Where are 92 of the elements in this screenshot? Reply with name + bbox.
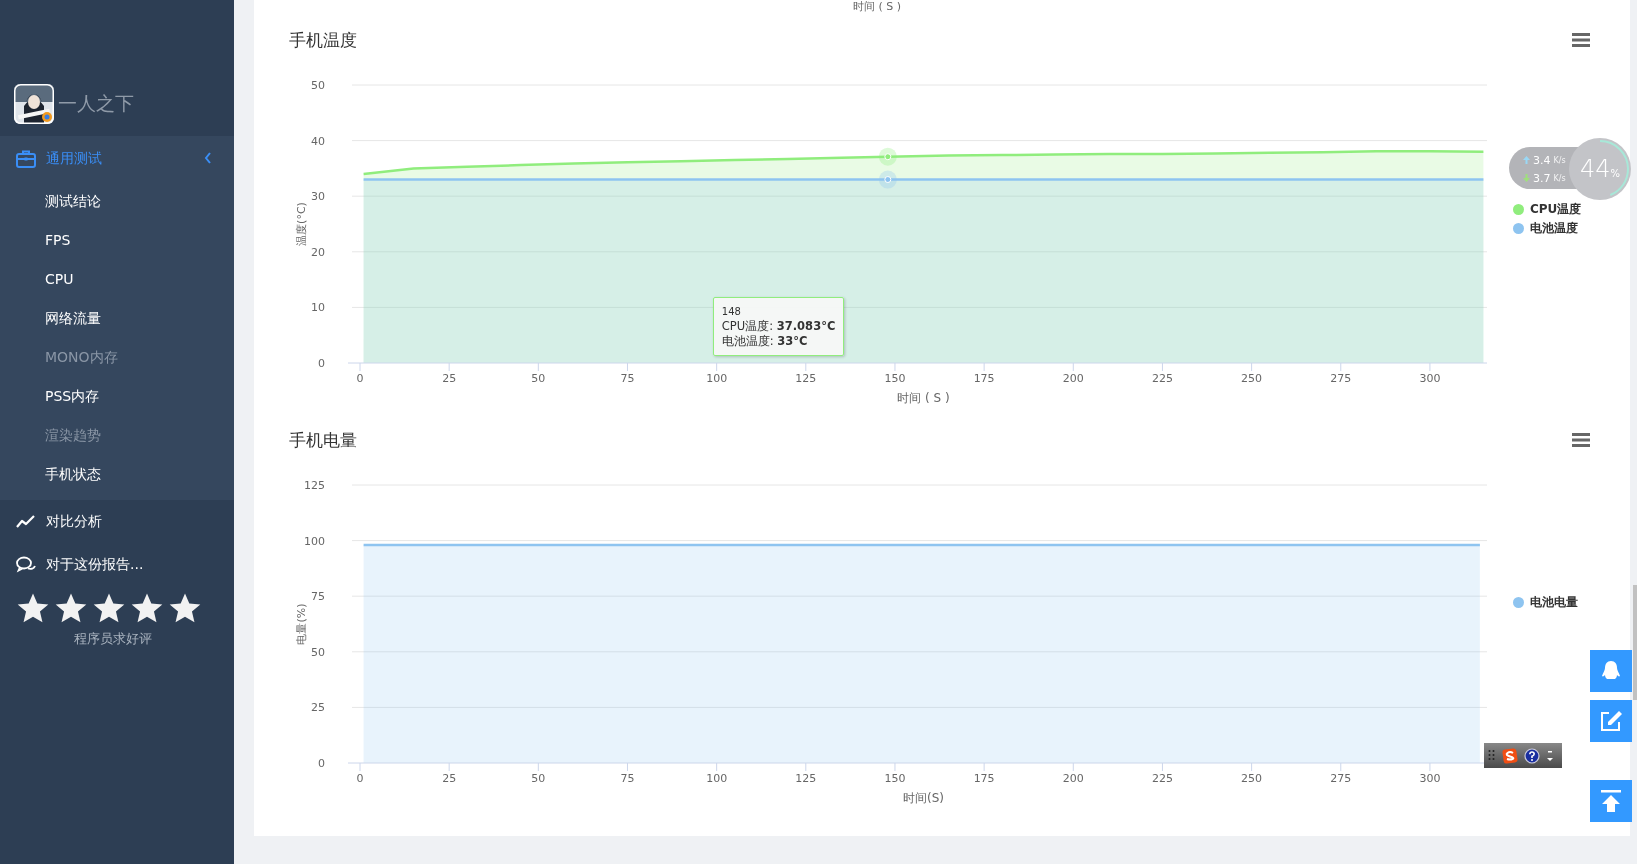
rating-caption: 程序员求好评 — [73, 630, 153, 648]
input-method-icon[interactable] — [1502, 747, 1518, 764]
axis-label: 20 — [311, 245, 325, 259]
back-to-top-button[interactable] — [1590, 780, 1632, 822]
axis-label: 125 — [304, 479, 325, 492]
axis-label: 200 — [1062, 372, 1084, 385]
axis-label: 50 — [531, 372, 546, 385]
help-icon[interactable] — [1524, 747, 1540, 764]
star-icon[interactable] — [16, 592, 50, 624]
upload-arrow-icon — [1523, 156, 1530, 164]
axis-label: 30 — [311, 190, 325, 204]
download-arrow-icon — [1523, 174, 1530, 182]
menu-item[interactable]: 对于这份报告... — [0, 543, 234, 586]
axis-label: 25 — [442, 372, 457, 385]
axis-label: 40 — [311, 134, 325, 148]
axis-title: 温度(°C) — [295, 202, 308, 246]
penguin-icon — [1601, 660, 1621, 682]
axis-label: 175 — [973, 772, 995, 785]
menu-icon[interactable] — [1572, 33, 1590, 47]
star-icon[interactable] — [168, 592, 202, 624]
axis-label: 275 — [1330, 772, 1352, 785]
menu-item[interactable]: 对比分析 — [0, 500, 234, 543]
grip-icon[interactable] — [1488, 748, 1496, 763]
axis-label: 250 — [1241, 372, 1263, 385]
star-icon[interactable] — [92, 592, 126, 624]
axis-label: 125 — [795, 772, 817, 785]
comments-icon — [16, 555, 36, 574]
legend-item[interactable]: 电池温度 — [1513, 220, 1582, 237]
axis-title: 时间 ( S ) — [897, 391, 950, 405]
axis-label: 200 — [1062, 772, 1084, 785]
submenu-item[interactable]: 手机状态 — [0, 455, 234, 494]
axis-label: 100 — [304, 534, 325, 548]
axis-label: 300 — [1419, 372, 1441, 385]
axis-label: 25 — [311, 701, 325, 715]
axis-label: 125 — [795, 372, 817, 385]
chart-title: 手机温度 — [289, 28, 357, 52]
chart-title: 手机电量 — [289, 428, 357, 452]
axis-label: 250 — [1241, 772, 1263, 785]
axis-label: 50 — [311, 79, 325, 92]
tooltip-text: CPU温度: 37.083°C — [721, 319, 836, 335]
submenu-item[interactable]: CPU — [0, 260, 234, 299]
axis-label: 225 — [1151, 372, 1173, 385]
speed-value: 3.4 — [1533, 153, 1551, 167]
axis-label: 75 — [620, 372, 635, 385]
axis-label: 150 — [884, 772, 906, 785]
axis-title: 电量(%) — [295, 603, 308, 645]
axis-label: 50 — [311, 645, 325, 659]
arrow-up-icon — [1600, 789, 1622, 813]
trend-line-icon — [16, 514, 36, 529]
speed-value: 3.7 — [1533, 171, 1551, 185]
scrollbar-thumb[interactable] — [1633, 585, 1637, 700]
percent-sign: % — [1610, 167, 1621, 179]
axis-label: 275 — [1330, 372, 1352, 385]
axis-title: 时间 ( S ) — [853, 0, 902, 13]
submenu-item[interactable]: 测试结论 — [0, 182, 234, 221]
briefcase-icon — [16, 150, 36, 168]
axis-title: 时间(S) — [903, 791, 944, 805]
tooltip-text: 148 — [721, 305, 742, 320]
axis-label: 25 — [442, 772, 457, 785]
axis-label: 50 — [531, 772, 546, 785]
star-icon[interactable] — [130, 592, 164, 624]
app-name: 一人之下 — [58, 91, 134, 116]
axis-label: 75 — [311, 590, 325, 604]
speed-unit: K/s — [1553, 155, 1566, 165]
edit-icon — [1599, 709, 1623, 733]
star-icon[interactable] — [54, 592, 88, 624]
axis-label: 100 — [706, 372, 728, 385]
axis-label: 0 — [318, 757, 325, 770]
dropdown-icon[interactable] — [1546, 748, 1554, 763]
axis-label: 150 — [884, 372, 906, 385]
usage-percent: 44 — [1579, 155, 1611, 183]
menu-icon[interactable] — [1572, 433, 1590, 447]
submenu-item[interactable]: PSS内存 — [0, 377, 234, 416]
axis-label: 10 — [311, 301, 325, 315]
chat-button[interactable] — [1590, 650, 1632, 692]
legend-item[interactable]: CPU温度 — [1513, 201, 1582, 218]
legend-item[interactable]: 电池电量 — [1513, 593, 1578, 611]
axis-label: 0 — [356, 772, 364, 785]
axis-label: 0 — [318, 357, 325, 370]
axis-label: 175 — [973, 372, 995, 385]
speed-unit: K/s — [1553, 173, 1566, 183]
axis-label: 300 — [1419, 772, 1441, 785]
axis-label: 100 — [706, 772, 728, 785]
hover-marker — [878, 147, 897, 166]
edit-button[interactable] — [1590, 700, 1632, 742]
axis-label: 75 — [620, 772, 635, 785]
axis-label: 0 — [356, 372, 364, 385]
tooltip-text: 电池温度: 33°C — [721, 334, 809, 350]
submenu-item[interactable]: 网络流量 — [0, 299, 234, 338]
submenu-item[interactable]: FPS — [0, 221, 234, 260]
axis-label: 225 — [1151, 772, 1173, 785]
hover-marker — [878, 170, 897, 189]
